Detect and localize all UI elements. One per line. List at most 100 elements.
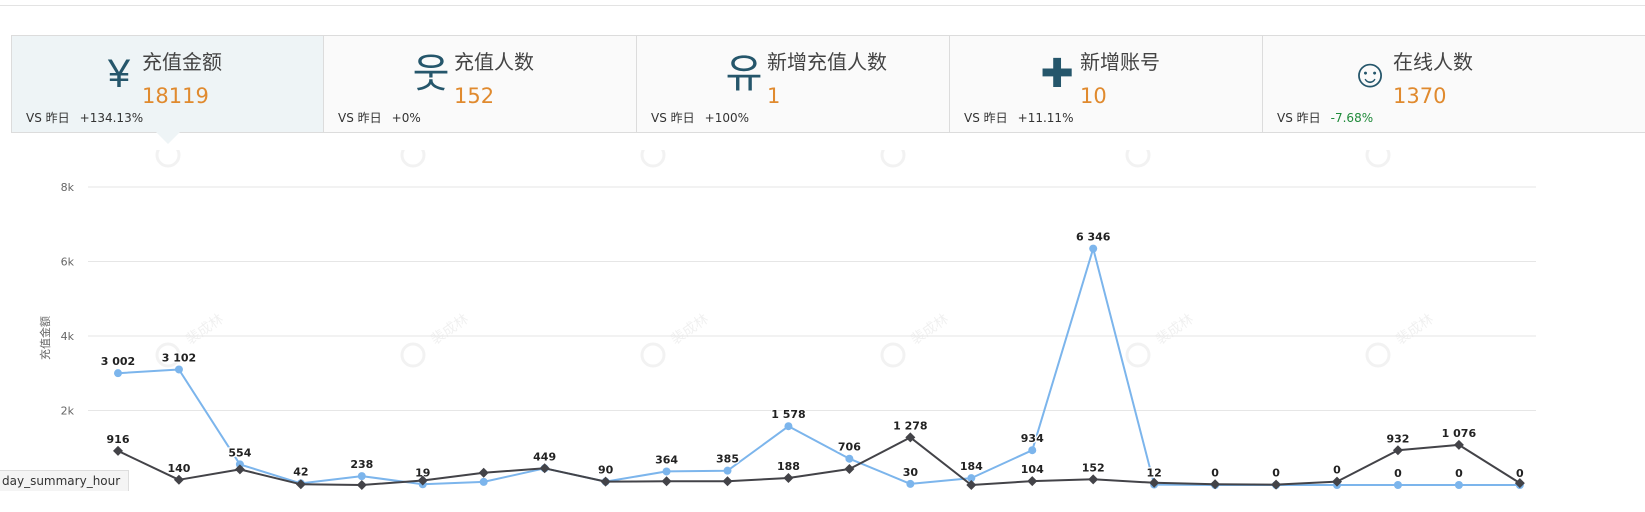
- data-label: 0: [1394, 467, 1402, 480]
- data-label: 1 076: [1442, 427, 1477, 440]
- data-label: 6 346: [1076, 231, 1111, 244]
- data-label: 706: [838, 441, 861, 454]
- data-point: [478, 467, 489, 478]
- active-card-pointer: [155, 131, 181, 144]
- y-tick-label: 8k: [61, 181, 75, 194]
- card-value: 1370: [1393, 84, 1447, 108]
- new-person-icon: 유: [725, 52, 763, 96]
- data-label: 104: [1021, 463, 1044, 476]
- vs-label: VS 昨日: [26, 111, 70, 125]
- data-point: [114, 369, 122, 378]
- data-label: 0: [1211, 466, 1219, 479]
- data-label: 188: [777, 460, 800, 473]
- data-label: 184: [960, 460, 983, 473]
- data-label: 42: [293, 465, 308, 478]
- data-point: [662, 467, 671, 476]
- data-label: 1 278: [893, 419, 927, 432]
- vs-label: VS 昨日: [338, 111, 382, 125]
- card-title: 新增账号: [1080, 50, 1160, 74]
- data-point: [723, 466, 732, 475]
- data-point: [1089, 244, 1098, 253]
- data-point: [357, 472, 366, 481]
- card-compare: VS 昨日 +0%: [338, 109, 421, 126]
- data-point: [356, 480, 367, 490]
- card-recharge-users[interactable]: 웃 充值人数 152 VS 昨日 +0%: [324, 36, 637, 132]
- data-point: [479, 477, 488, 486]
- watermark-text: 裴成林: [183, 311, 227, 348]
- change-value: +134.13%: [79, 111, 144, 125]
- vs-label: VS 昨日: [1277, 111, 1321, 125]
- data-label: 152: [1082, 461, 1105, 474]
- data-label: 449: [533, 450, 556, 463]
- card-new-recharge-users[interactable]: 유 新增充值人数 1 VS 昨日 +100%: [637, 36, 950, 132]
- card-title: 在线人数: [1393, 50, 1473, 74]
- card-online-users[interactable]: ☺ 在线人数 1370 VS 昨日 -7.68%: [1263, 36, 1645, 132]
- card-compare: VS 昨日 -7.68%: [1277, 109, 1373, 126]
- watermark-text: 裴成林: [1393, 311, 1437, 348]
- change-value: -7.68%: [1330, 111, 1374, 125]
- data-label: 0: [1272, 467, 1280, 480]
- watermark-logo: [1365, 342, 1391, 368]
- card-recharge-amount[interactable]: ¥ 充值金额 18119 VS 昨日 +134.13%: [11, 36, 324, 132]
- watermark-logo: [640, 342, 666, 368]
- data-point: [906, 479, 915, 488]
- data-label: 1 578: [771, 408, 805, 421]
- data-label: 3 102: [162, 351, 196, 364]
- data-point: [173, 474, 184, 485]
- watermark-logo: [640, 150, 666, 168]
- series-line-1: [117, 436, 1521, 486]
- data-point: [1027, 476, 1038, 487]
- change-value: +0%: [391, 111, 421, 125]
- card-title: 新增充值人数: [767, 50, 887, 74]
- watermark-text: 裴成林: [668, 311, 712, 348]
- summary-cards: ¥ 充值金额 18119 VS 昨日 +134.13% 웃 充值人数 152 VS…: [11, 35, 1645, 133]
- watermark-logo: [400, 150, 426, 168]
- data-point: [174, 365, 183, 374]
- data-label: 238: [350, 458, 373, 471]
- data-label: 364: [655, 453, 678, 466]
- series-tooltip: day_summary_hour: [0, 470, 130, 491]
- card-new-accounts[interactable]: ✚ 新增账号 10 VS 昨日 +11.11%: [950, 36, 1263, 132]
- data-label: 0: [1516, 467, 1524, 480]
- data-label: 30: [903, 466, 919, 479]
- data-label: 385: [716, 453, 739, 466]
- watermark-logo: [1125, 150, 1151, 168]
- data-label: 90: [598, 464, 614, 477]
- data-label: 554: [228, 446, 251, 459]
- card-compare: VS 昨日 +100%: [651, 109, 749, 126]
- data-point: [784, 422, 793, 431]
- data-point: [295, 479, 306, 490]
- data-point: [845, 454, 854, 463]
- series-line-0: [117, 247, 1520, 486]
- card-title: 充值人数: [454, 50, 534, 74]
- y-tick-label: 4k: [61, 330, 75, 343]
- watermark-text: 裴成林: [908, 311, 952, 348]
- watermark-logo: [880, 342, 906, 368]
- data-label: 916: [107, 433, 130, 446]
- data-point: [1028, 446, 1037, 455]
- watermark-text: 裴成林: [428, 311, 472, 348]
- data-point: [1088, 474, 1099, 485]
- y-axis-label: 充值金额: [38, 316, 52, 360]
- data-label: 0: [1333, 464, 1341, 477]
- card-value: 10: [1080, 84, 1107, 108]
- vs-label: VS 昨日: [964, 111, 1008, 125]
- watermark-logo: [1365, 150, 1391, 168]
- yen-icon: ¥: [107, 52, 131, 96]
- person-icon: 웃: [412, 52, 450, 96]
- data-label: 12: [1146, 467, 1161, 480]
- data-point: [722, 476, 733, 487]
- card-title: 充值金额: [142, 50, 222, 74]
- data-point: [539, 463, 550, 474]
- watermark-logo: [1125, 342, 1151, 368]
- data-label: 3 002: [101, 355, 135, 368]
- data-point: [1454, 481, 1463, 489]
- data-point: [113, 445, 123, 456]
- data-point: [1392, 445, 1403, 456]
- card-compare: VS 昨日 +134.13%: [26, 109, 143, 126]
- data-point: [661, 476, 672, 487]
- data-label: 934: [1021, 432, 1044, 445]
- watermark-logo: [400, 342, 426, 368]
- watermark-logo: [155, 150, 181, 168]
- data-point: [1453, 439, 1464, 450]
